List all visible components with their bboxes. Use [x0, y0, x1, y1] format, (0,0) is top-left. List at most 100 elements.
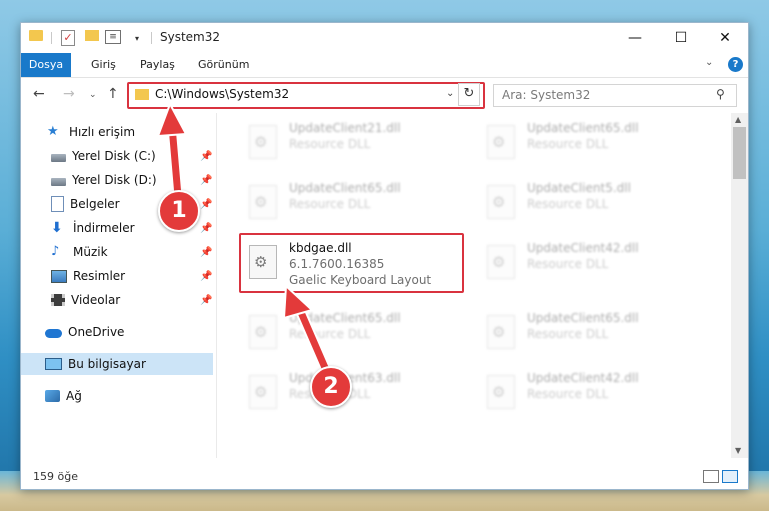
cloud-icon: [45, 329, 62, 338]
expand-ribbon-icon[interactable]: ⌄: [705, 57, 713, 68]
sidebar-item-pictures[interactable]: Resimler 📌: [21, 265, 213, 287]
vertical-scrollbar[interactable]: ▲ ▼: [731, 113, 748, 458]
toolbar-separator: [151, 32, 152, 44]
forward-button[interactable]: →: [63, 86, 75, 102]
folder-icon: [29, 30, 43, 41]
sidebar-item-label: Belgeler: [70, 197, 120, 211]
file-type: Resource DLL: [527, 137, 609, 151]
network-icon: [45, 390, 60, 402]
file-type: Resource DLL: [527, 327, 609, 341]
sidebar-item-local-disk-d[interactable]: Yerel Disk (D:) 📌: [21, 169, 213, 191]
window-title: System32: [160, 30, 221, 44]
file-item[interactable]: ⚙ UpdateClient65.dll Resource DLL: [241, 179, 471, 225]
refresh-button[interactable]: ↻: [458, 83, 480, 106]
file-item[interactable]: ⚙ UpdateClient65.dll Resource DLL: [241, 309, 471, 355]
ribbon-tabs: Dosya Giriş Paylaş Görünüm ⌄ ?: [21, 53, 748, 78]
file-item[interactable]: ⚙ UpdateClient65.dll Resource DLL: [479, 119, 709, 165]
dll-file-icon: ⚙: [487, 315, 515, 349]
file-name: UpdateClient42.dll: [527, 241, 639, 255]
dll-file-icon: ⚙: [249, 185, 277, 219]
sidebar-item-label: Bu bilgisayar: [68, 357, 146, 371]
document-icon: [51, 196, 64, 212]
file-name: UpdateClient65.dll: [289, 311, 401, 325]
navigation-bar: ← → ⌄ ↑ C:\Windows\System32 ⌄ ↻ Ara: Sys…: [21, 78, 748, 110]
tab-view[interactable]: Görünüm: [198, 53, 249, 77]
status-bar: 159 öğe: [21, 464, 748, 488]
sidebar-item-network[interactable]: Ağ: [21, 385, 213, 407]
sidebar-item-label: Resimler: [73, 269, 126, 283]
tab-file[interactable]: Dosya: [21, 53, 71, 77]
sidebar-item-music[interactable]: ♪ Müzik 📌: [21, 241, 213, 263]
address-dropdown-icon[interactable]: ⌄: [446, 88, 454, 99]
drive-icon: [51, 153, 66, 162]
file-item[interactable]: ⚙ UpdateClient42.dll Resource DLL: [479, 369, 709, 415]
maximize-button[interactable]: ☐: [658, 23, 704, 53]
search-box[interactable]: Ara: System32 ⚲: [493, 84, 737, 107]
sidebar-item-local-disk-c[interactable]: Yerel Disk (C:) 📌: [21, 145, 213, 167]
drive-icon: [51, 177, 66, 186]
properties-button[interactable]: ≡: [105, 30, 121, 44]
sidebar-item-onedrive[interactable]: OneDrive: [21, 321, 213, 343]
pin-icon: 📌: [200, 174, 213, 186]
dll-file-icon: ⚙: [487, 125, 515, 159]
toolbar-separator: [51, 32, 52, 44]
highlight-box-file: [239, 233, 464, 293]
recent-locations-button[interactable]: ⌄: [89, 90, 97, 100]
minimize-button[interactable]: —: [612, 23, 658, 53]
sidebar-item-this-pc[interactable]: Bu bilgisayar: [21, 353, 213, 375]
file-type: Resource DLL: [289, 197, 371, 211]
file-name: UpdateClient65.dll: [527, 311, 639, 325]
tab-home[interactable]: Giriş: [91, 53, 116, 77]
sidebar-item-videos[interactable]: Videolar 📌: [21, 289, 213, 311]
title-bar: ✓ ≡ ▾ System32 — ☐ ✕: [21, 23, 748, 53]
tab-share[interactable]: Paylaş: [140, 53, 175, 77]
sidebar-item-label: Hızlı erişim: [69, 125, 136, 139]
sidebar-item-label: Müzik: [73, 245, 108, 259]
music-icon: ♪: [51, 244, 60, 259]
help-icon[interactable]: ?: [728, 57, 743, 72]
file-item[interactable]: ⚙ UpdateClient5.dll Resource DLL: [479, 179, 709, 225]
search-icon[interactable]: ⚲: [716, 87, 725, 101]
scroll-down-icon[interactable]: ▼: [735, 446, 741, 455]
address-bar[interactable]: C:\Windows\System32 ⌄: [127, 82, 485, 109]
pin-icon: 📌: [200, 246, 213, 258]
address-path[interactable]: C:\Windows\System32: [155, 87, 289, 101]
new-folder-button[interactable]: [85, 30, 99, 41]
file-item[interactable]: ⚙ UpdateClient63.dll Resource DLL: [241, 369, 471, 415]
sidebar-item-quick-access[interactable]: ★ Hızlı erişim: [21, 121, 213, 143]
pictures-icon: [51, 269, 67, 283]
pin-icon: 📌: [200, 294, 213, 306]
dll-file-icon: ⚙: [249, 315, 277, 349]
properties-check-button[interactable]: ✓: [61, 30, 75, 46]
scrollbar-thumb[interactable]: [733, 127, 746, 179]
details-view-icon[interactable]: [703, 470, 719, 483]
customize-toolbar-button[interactable]: ▾: [135, 30, 139, 46]
sidebar-item-label: OneDrive: [68, 325, 125, 339]
item-count: 159 öğe: [33, 470, 78, 483]
up-button[interactable]: ↑: [107, 86, 119, 102]
folder-icon: [135, 89, 149, 100]
file-item[interactable]: ⚙ UpdateClient42.dll Resource DLL: [479, 239, 709, 285]
file-name: UpdateClient21.dll: [289, 121, 401, 135]
file-name: UpdateClient65.dll: [527, 121, 639, 135]
file-item[interactable]: ⚙ UpdateClient21.dll Resource DLL: [241, 119, 471, 165]
step-2-badge: 2: [310, 366, 352, 408]
close-button[interactable]: ✕: [702, 23, 748, 53]
dll-file-icon: ⚙: [487, 375, 515, 409]
search-input[interactable]: Ara: System32: [502, 88, 590, 102]
file-item[interactable]: ⚙ UpdateClient65.dll Resource DLL: [479, 309, 709, 355]
dll-file-icon: ⚙: [487, 245, 515, 279]
scroll-up-icon[interactable]: ▲: [735, 115, 741, 124]
videos-icon: [51, 294, 65, 306]
file-name: UpdateClient42.dll: [527, 371, 639, 385]
back-button[interactable]: ←: [33, 86, 45, 102]
file-type: Resource DLL: [289, 137, 371, 151]
tiles-view-icon[interactable]: [722, 470, 738, 483]
pin-icon: 📌: [200, 198, 213, 210]
file-explorer-window: ✓ ≡ ▾ System32 — ☐ ✕ Dosya Giriş Paylaş …: [20, 22, 749, 490]
file-type: Resource DLL: [527, 387, 609, 401]
dll-file-icon: ⚙: [249, 375, 277, 409]
sidebar-item-label: Ağ: [66, 389, 82, 403]
file-list: ⚙ UpdateClient21.dll Resource DLL ⚙ Upda…: [217, 113, 731, 458]
file-name: UpdateClient65.dll: [289, 181, 401, 195]
